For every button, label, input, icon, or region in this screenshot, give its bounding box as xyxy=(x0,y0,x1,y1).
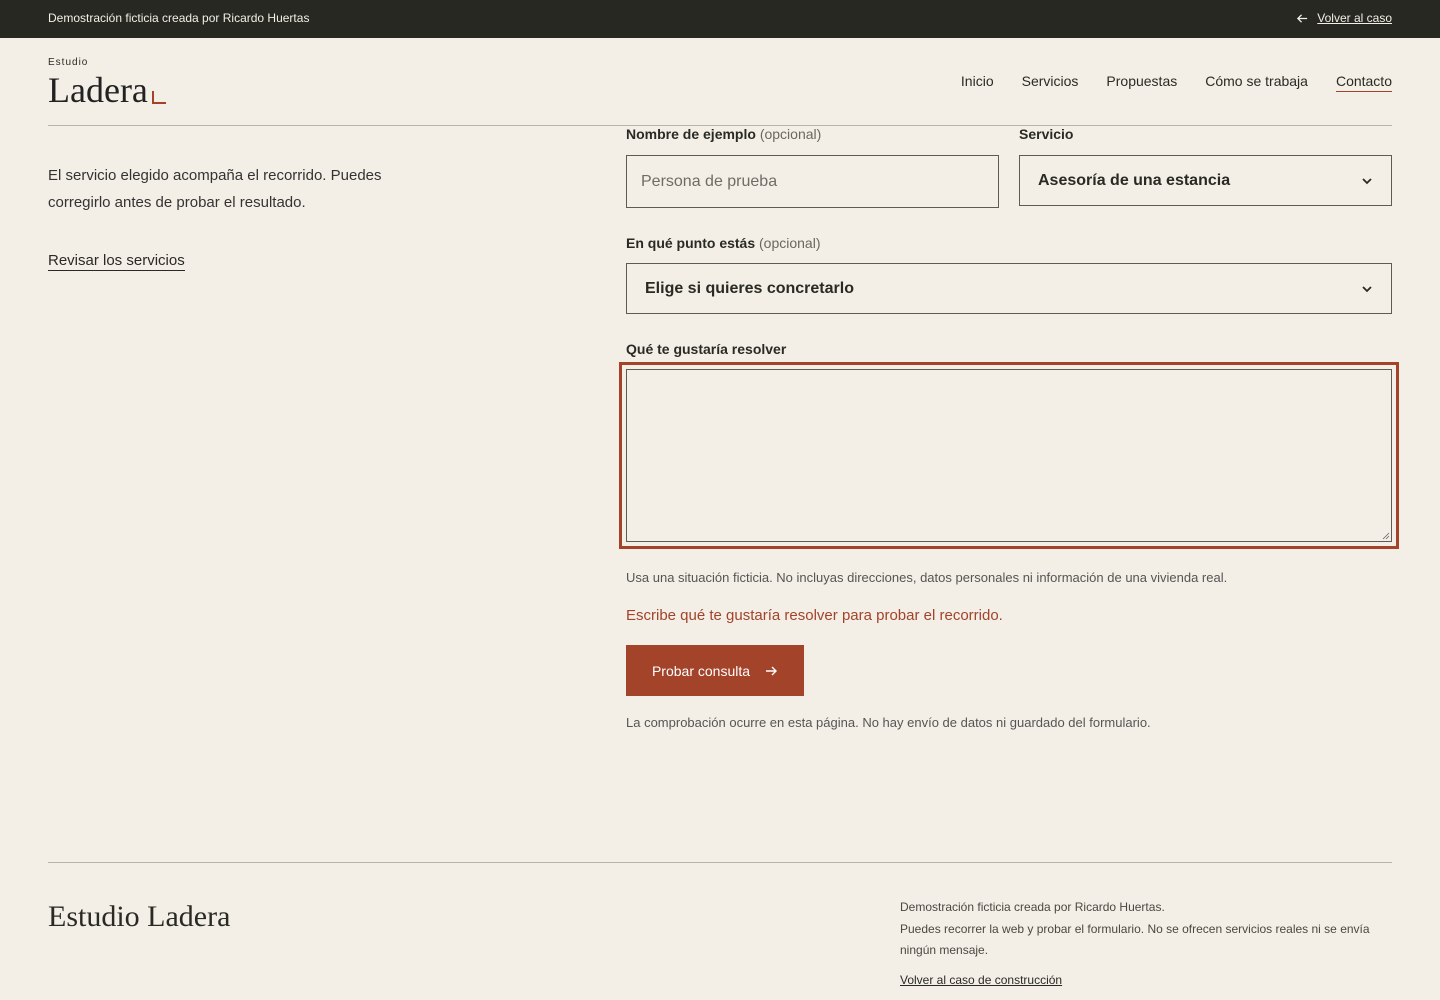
main-nav: Inicio Servicios Propuestas Cómo se trab… xyxy=(961,73,1392,92)
review-services-link[interactable]: Revisar los servicios xyxy=(48,252,185,271)
validation-error: Escribe qué te gustaría resolver para pr… xyxy=(626,607,1003,624)
site-header: Estudio Ladera Inicio Servicios Propuest… xyxy=(0,38,1440,126)
stage-optional: (opcional) xyxy=(759,235,821,251)
stage-select[interactable]: Elige si quieres concretarlo xyxy=(626,263,1392,314)
chevron-down-icon xyxy=(1362,285,1372,292)
back-to-case-label: Volver al caso xyxy=(1317,11,1392,25)
footer-divider xyxy=(48,862,1392,863)
message-error-outline xyxy=(619,362,1399,549)
arrow-left-icon xyxy=(1297,13,1308,23)
stage-label: En qué punto estás (opcional) xyxy=(626,235,821,251)
name-label: Nombre de ejemplo (opcional) xyxy=(626,126,821,142)
intro-text: El servicio elegido acompaña el recorrid… xyxy=(48,167,382,211)
service-label: Servicio xyxy=(1019,126,1074,142)
name-placeholder: Persona de prueba xyxy=(641,172,778,190)
chevron-down-icon xyxy=(1362,177,1372,184)
arrow-right-icon xyxy=(766,666,778,675)
submit-label: Probar consulta xyxy=(651,662,751,679)
name-input[interactable]: Persona de prueba xyxy=(626,155,999,208)
footer-info: Demostración ficticia creada por Ricardo… xyxy=(900,897,1392,962)
message-textarea[interactable] xyxy=(626,369,1392,542)
back-to-build-case-link[interactable]: Volver al caso de construcción xyxy=(900,973,1062,987)
resize-handle-icon[interactable] xyxy=(1382,532,1390,540)
name-label-text: Nombre de ejemplo xyxy=(626,126,756,142)
footer-line-2: Puedes recorrer la web y probar el formu… xyxy=(900,921,1370,958)
name-optional: (opcional) xyxy=(759,126,822,142)
nav-servicios[interactable]: Servicios xyxy=(1022,73,1079,92)
nav-como-se-trabaja[interactable]: Cómo se trabaja xyxy=(1205,73,1308,92)
stage-value: Elige si quieres concretarlo xyxy=(645,279,854,297)
nav-inicio[interactable]: Inicio xyxy=(961,73,994,92)
no-send-note: La comprobación ocurre en esta página. N… xyxy=(626,715,1151,730)
demo-topbar: Demostración ficticia creada por Ricardo… xyxy=(0,0,1440,38)
logo-wordmark[interactable]: Ladera xyxy=(48,69,148,111)
message-label: Qué te gustaría resolver xyxy=(626,341,787,357)
service-value: Asesoría de una estancia xyxy=(1038,171,1231,189)
logo-corner-mark xyxy=(152,91,166,104)
stage-label-text: En qué punto estás xyxy=(626,235,756,251)
privacy-hint: Usa una situación ficticia. No incluyas … xyxy=(626,570,1228,585)
logo-small-text[interactable]: Estudio xyxy=(48,57,88,68)
footer-line-1: Demostración ficticia creada por Ricardo… xyxy=(900,900,1165,914)
back-to-case-link[interactable]: Volver al caso xyxy=(1296,11,1392,25)
submit-button[interactable]: Probar consulta xyxy=(626,645,804,696)
nav-propuestas[interactable]: Propuestas xyxy=(1106,73,1177,92)
demo-notice: Demostración ficticia creada por Ricardo… xyxy=(48,11,310,25)
nav-contacto[interactable]: Contacto xyxy=(1335,73,1392,92)
footer-brand: Estudio Ladera xyxy=(48,900,231,933)
service-select[interactable]: Asesoría de una estancia xyxy=(1019,155,1392,206)
